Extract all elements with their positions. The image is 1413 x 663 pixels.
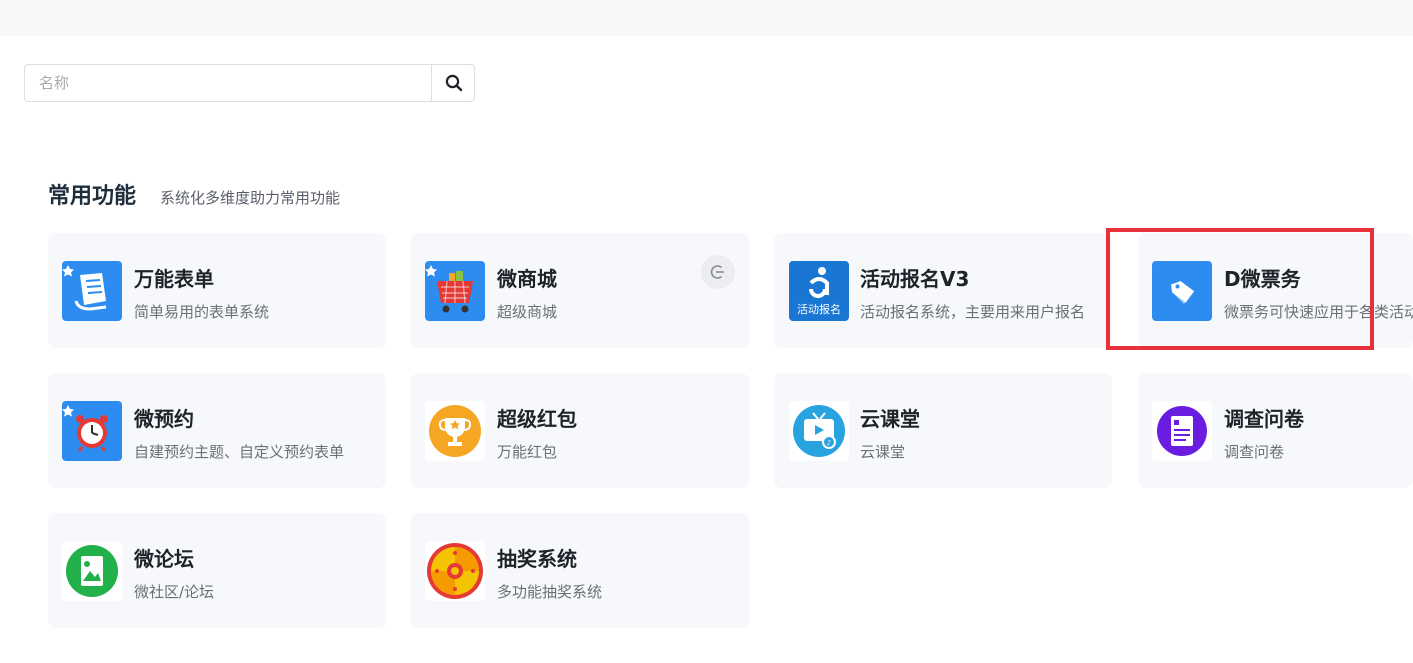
app-card-forum[interactable]: 微论坛 微社区/论坛 [48, 513, 386, 628]
card-desc: 调查问卷 [1224, 443, 1285, 461]
search-input[interactable] [25, 65, 431, 101]
app-card-ticketing[interactable]: D微票务 微票务可快速应用于各类活动 [1138, 233, 1413, 348]
trophy-icon [425, 401, 485, 461]
card-desc: 活动报名系统，主要用来用户报名 [860, 303, 1086, 321]
search-box [24, 64, 475, 102]
top-bar [0, 0, 1413, 36]
card-title: 抽奖系统 [497, 547, 577, 571]
card-desc: 超级商城 [497, 303, 558, 321]
card-title: 活动报名V3 [860, 267, 970, 291]
card-desc: 云课堂 [860, 443, 906, 461]
alarm-clock-icon [62, 401, 122, 461]
card-desc: 简单易用的表单系统 [134, 303, 270, 321]
card-desc: 万能红包 [497, 443, 558, 461]
app-card-form[interactable]: 万能表单 简单易用的表单系统 [48, 233, 386, 348]
card-title: 万能表单 [134, 267, 214, 291]
activity-icon-label: 活动报名 [797, 302, 841, 316]
lottery-wheel-icon [425, 541, 485, 601]
search-button[interactable] [431, 65, 475, 101]
card-title: 云课堂 [860, 407, 920, 431]
app-card-mall[interactable]: 微商城 超级商城 [411, 233, 749, 348]
app-card-survey[interactable]: 调查问卷 调查问卷 [1138, 373, 1413, 488]
card-desc: 微票务可快速应用于各类活动 [1224, 303, 1413, 321]
card-title: D微票务 [1224, 267, 1301, 291]
search-icon [445, 74, 462, 92]
section-title: 常用功能 [48, 184, 137, 209]
card-title: 微论坛 [134, 547, 194, 571]
survey-document-icon [1152, 401, 1212, 461]
app-card-red-packet[interactable]: 超级红包 万能红包 [411, 373, 749, 488]
card-title: 调查问卷 [1224, 407, 1304, 431]
logout-circle-icon[interactable] [701, 255, 735, 289]
app-card-reservation[interactable]: 微预约 自建预约主题、自定义预约表单 [48, 373, 386, 488]
card-title: 微商城 [497, 267, 557, 291]
tv-classroom-icon: ♪ [789, 401, 849, 461]
activity-signup-icon: 活动报名 [789, 261, 849, 321]
card-desc: 微社区/论坛 [134, 583, 215, 601]
svg-text:♪: ♪ [827, 439, 831, 447]
section-subtitle: 系统化多维度助力常用功能 [160, 189, 341, 207]
card-title: 微预约 [134, 407, 194, 431]
app-card-cloud-class[interactable]: ♪ 云课堂 云课堂 [774, 373, 1112, 488]
app-card-activity-signup[interactable]: 活动报名 活动报名V3 活动报名系统，主要用来用户报名 [774, 233, 1112, 348]
ticket-tag-icon [1152, 261, 1212, 321]
card-title: 超级红包 [497, 407, 577, 431]
app-card-lottery[interactable]: 抽奖系统 多功能抽奖系统 [411, 513, 749, 628]
card-desc: 自建预约主题、自定义预约表单 [134, 443, 345, 461]
card-desc: 多功能抽奖系统 [497, 583, 603, 601]
shopping-cart-icon [425, 261, 485, 321]
form-icon [62, 261, 122, 321]
forum-image-icon [62, 541, 122, 601]
